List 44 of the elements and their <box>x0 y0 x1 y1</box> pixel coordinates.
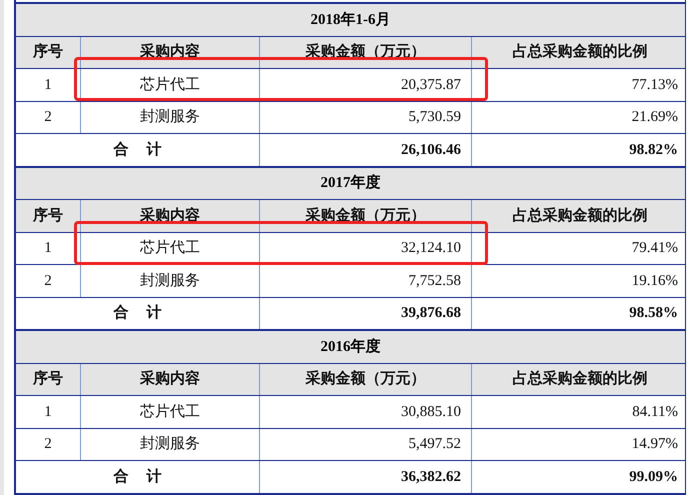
table-cell-text: 封测服务 <box>140 272 200 291</box>
column-header: 占总采购金额的比例 <box>512 42 648 62</box>
table-cell-text: 7,752.58 <box>408 272 461 291</box>
table-cell-text: 1 <box>44 76 52 95</box>
column-header: 序号 <box>33 369 63 390</box>
table-cell-text: 2 <box>44 272 52 291</box>
total-amount: 36,382.62 <box>401 468 461 487</box>
total-amount: 39,876.68 <box>401 304 461 324</box>
table-cell-text: 84.11% <box>632 402 678 422</box>
table-cell-text: 77.13% <box>632 76 678 95</box>
table-cell-text: 14.97% <box>632 435 678 454</box>
table-cell-text: 20,375.87 <box>401 76 461 95</box>
section-title: 2018年1-6月 <box>310 10 390 30</box>
column-header: 序号 <box>33 42 63 62</box>
table-cell-text: 2 <box>44 108 52 128</box>
total-label: 合 计 <box>114 303 162 324</box>
table-cell-text: 30,885.10 <box>401 402 461 422</box>
table-cell-text: 1 <box>44 402 52 422</box>
column-header: 占总采购金额的比例 <box>512 206 648 226</box>
table-cell-text: 21.69% <box>632 108 678 128</box>
total-share: 99.09% <box>629 468 678 487</box>
section-title: 2016年度 <box>320 337 380 357</box>
column-header: 占总采购金额的比例 <box>512 369 648 390</box>
section-title: 2017年度 <box>320 173 380 194</box>
table-cell-text: 5,730.59 <box>408 108 461 128</box>
column-header: 采购内容 <box>140 369 200 390</box>
table-cell-text: 封测服务 <box>140 434 200 454</box>
table-cell-text: 32,124.10 <box>401 239 461 258</box>
total-label: 合 计 <box>114 467 162 487</box>
table-cell-text: 5,497.52 <box>408 435 461 454</box>
column-header: 采购金额（万元） <box>306 369 426 390</box>
total-amount: 26,106.46 <box>401 140 461 160</box>
table-cell-text: 19.16% <box>632 272 678 291</box>
table-cell-text: 封测服务 <box>140 108 200 128</box>
table-cell-text: 2 <box>44 435 52 454</box>
total-share: 98.82% <box>629 140 678 160</box>
table-cell-text: 79.41% <box>632 239 678 258</box>
table-cell-text: 芯片代工 <box>140 238 200 258</box>
total-label: 合 计 <box>114 140 162 160</box>
table-cell-text: 芯片代工 <box>140 402 200 422</box>
table-cell-text: 芯片代工 <box>140 76 200 95</box>
table-cell-text: 1 <box>44 239 52 258</box>
column-header: 序号 <box>33 206 63 226</box>
total-share: 98.58% <box>629 304 678 324</box>
